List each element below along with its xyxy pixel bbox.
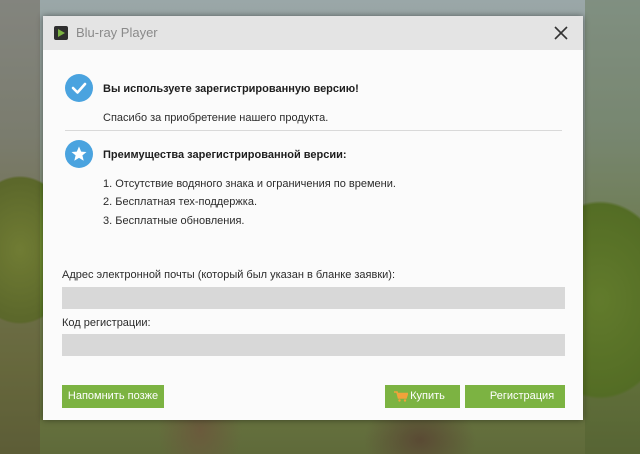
thanks-text: Спасибо за приобретение нашего продукта.: [103, 112, 329, 124]
advantages-heading: Преимущества зарегистрированной версии:: [103, 149, 347, 161]
app-logo-icon: [54, 26, 68, 40]
checkmark-icon: [65, 74, 93, 102]
email-label: Адрес электронной почты (который был ука…: [62, 269, 396, 281]
window-title: Blu-ray Player: [76, 25, 158, 40]
advantage-item: 1. Отсутствие водяного знака и ограничен…: [103, 178, 396, 190]
advantage-item: 3. Бесплатные обновления.: [103, 215, 245, 227]
title-bar: Blu-ray Player: [43, 16, 583, 50]
close-icon: [554, 26, 568, 40]
buy-button[interactable]: Купить: [385, 385, 460, 408]
registration-dialog: Blu-ray Player Вы используете зарегистри…: [43, 16, 583, 420]
star-icon: [65, 140, 93, 168]
cart-icon: [394, 391, 408, 402]
close-button[interactable]: [549, 22, 573, 44]
email-field[interactable]: [62, 287, 565, 309]
buy-label: Купить: [410, 390, 445, 402]
background-shape: [0, 0, 40, 454]
registration-code-field[interactable]: [62, 334, 565, 356]
background-shape: [585, 0, 640, 454]
registered-heading: Вы используете зарегистрированную версию…: [103, 83, 359, 95]
code-label: Код регистрации:: [62, 317, 151, 329]
register-label: Регистрация: [489, 390, 555, 402]
remind-later-label: Напомнить позже: [67, 390, 159, 402]
remind-later-button[interactable]: Напомнить позже: [62, 385, 164, 408]
divider: [65, 130, 562, 131]
register-button[interactable]: Регистрация: [465, 385, 565, 408]
advantage-item: 2. Бесплатная тех-поддержка.: [103, 196, 258, 208]
